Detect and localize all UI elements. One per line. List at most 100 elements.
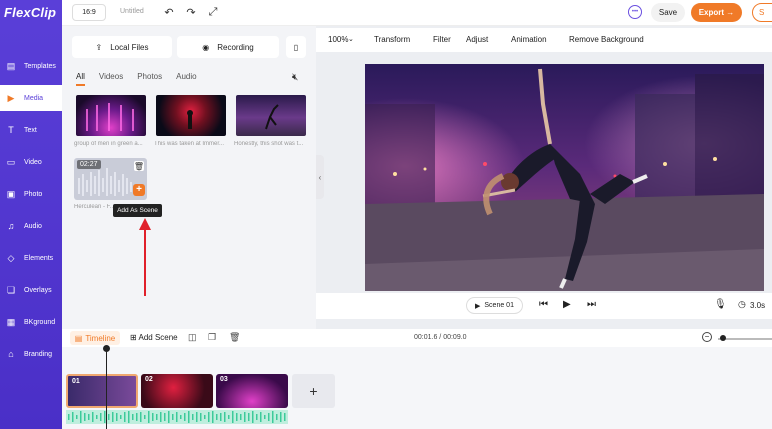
media-filter-tabs: All Videos Photos Audio: [76, 72, 197, 86]
zoom-out-icon[interactable]: −: [702, 332, 712, 342]
sidebar-item-label: Overlays: [24, 286, 52, 294]
delete-scene-icon[interactable]: 🗑︎: [229, 332, 240, 343]
next-icon[interactable]: ⏭︎: [587, 299, 596, 310]
annotation-arrow-icon: [139, 218, 151, 296]
export-button[interactable]: Export →: [691, 3, 742, 22]
overlays-icon: ❏: [6, 284, 16, 295]
media-thumb-3[interactable]: [236, 95, 306, 136]
photo-icon: ▣: [6, 188, 16, 199]
tool-remove-background[interactable]: Remove Background: [569, 35, 644, 44]
mute-filter-icon[interactable]: 🔇︎: [292, 72, 298, 83]
sidebar-item-background[interactable]: ▦ BKground: [0, 309, 62, 335]
timeline-clip-3[interactable]: 03: [216, 374, 288, 408]
zoom-slider[interactable]: [718, 338, 772, 340]
tool-transform[interactable]: Transform: [374, 35, 410, 44]
tab-audio[interactable]: Audio: [176, 72, 196, 86]
phone-upload-button[interactable]: ▯: [286, 36, 306, 58]
delete-icon[interactable]: 🗑︎: [134, 161, 144, 171]
text-icon: T: [8, 125, 14, 135]
timeline-clip-2[interactable]: 02: [141, 374, 213, 408]
add-clip-button[interactable]: +: [292, 374, 335, 408]
local-files-label: Local Files: [110, 42, 149, 52]
playhead-handle[interactable]: [103, 345, 110, 352]
upgrade-button[interactable]: S: [752, 3, 772, 22]
audio-duration: 02:27: [77, 160, 101, 169]
aspect-ratio-button[interactable]: 16:9: [72, 4, 106, 21]
sidebar-item-label: Audio: [24, 222, 42, 230]
elements-icon: ◇: [7, 252, 15, 263]
clip-number: 03: [220, 376, 228, 383]
duplicate-icon[interactable]: ❐: [208, 332, 216, 343]
tab-all[interactable]: All: [76, 72, 85, 86]
upload-icon: ⇪: [95, 42, 103, 52]
sidebar-item-label: Text: [24, 126, 37, 134]
play-icon[interactable]: ▶: [563, 299, 571, 310]
local-files-button[interactable]: ⇪ Local Files: [72, 36, 172, 58]
zoom-slider-handle[interactable]: [720, 335, 726, 341]
play-small-icon: ▶: [475, 302, 481, 310]
sidebar-item-label: BKground: [24, 318, 56, 326]
add-scene-icon: ⊞: [130, 333, 137, 342]
timeline-header: ▤ Timeline ⊞ Add Scene ◫ ❐ 🗑︎ 00:01.6 / …: [62, 329, 772, 347]
redo-icon[interactable]: ↷: [184, 5, 198, 19]
scene-duration[interactable]: 3.0s: [750, 301, 765, 310]
video-icon: ▭: [6, 156, 16, 167]
timeline-playhead[interactable]: [106, 346, 107, 429]
timeline-clip-1[interactable]: 01: [66, 374, 138, 408]
sidebar-item-label: Media: [24, 94, 44, 102]
background-icon: ▦: [6, 316, 16, 327]
add-as-scene-button[interactable]: +: [133, 184, 145, 196]
split-icon[interactable]: ◫: [188, 332, 197, 343]
concert-thumbnail: [187, 110, 193, 129]
media-thumb-2[interactable]: [156, 95, 226, 136]
tool-adjust[interactable]: Adjust: [466, 35, 488, 44]
dancer-thumbnail: [265, 104, 279, 130]
audio-track-waveform[interactable]: [66, 410, 288, 424]
scene-preview: [365, 64, 764, 291]
editing-toolbar: 100% ⌄ Transform Filter Adjust Animation…: [316, 28, 772, 52]
branding-icon: ⌂: [8, 349, 14, 359]
tool-filter[interactable]: Filter: [433, 35, 451, 44]
top-bar: 16:9 Untitled ↶ ↷ ⤢ ••• Save Export → S: [62, 0, 772, 26]
tab-timeline[interactable]: ▤ Timeline: [70, 331, 120, 345]
chevron-down-icon[interactable]: ⌄: [348, 35, 354, 43]
sidebar-item-video[interactable]: ▭ Video: [0, 149, 62, 175]
sidebar: FlexClip ▤ Templates ▶ Media T Text ▭ Vi…: [0, 0, 62, 429]
collapse-panel-handle[interactable]: ‹: [316, 155, 324, 199]
video-canvas[interactable]: [365, 64, 764, 291]
add-scene-button[interactable]: ⊞ Add Scene: [130, 333, 178, 342]
sidebar-item-label: Templates: [24, 62, 56, 70]
media-icon: ▶: [7, 92, 15, 103]
fullscreen-icon[interactable]: ⤢: [206, 5, 220, 19]
media-thumb-1[interactable]: [76, 95, 146, 136]
sidebar-item-branding[interactable]: ⌂ Branding: [0, 341, 62, 367]
previous-icon[interactable]: ⏮︎: [539, 299, 548, 310]
playback-bar: ▶ Scene 01 ⏮︎ ▶ ⏭︎ 🎙︎ ◷ 3.0s: [316, 293, 772, 319]
sidebar-item-overlays[interactable]: ❏ Overlays: [0, 277, 62, 303]
recording-button[interactable]: ◉ Recording: [177, 36, 279, 58]
sidebar-item-audio[interactable]: ♫ Audio: [0, 213, 62, 239]
add-as-scene-tooltip: Add As Scene: [113, 204, 162, 217]
sidebar-item-photo[interactable]: ▣ Photo: [0, 181, 62, 207]
audio-icon: ♫: [7, 221, 15, 231]
tab-videos[interactable]: Videos: [99, 72, 123, 86]
undo-icon[interactable]: ↶: [162, 5, 176, 19]
chat-icon[interactable]: •••: [628, 5, 642, 19]
project-title[interactable]: Untitled: [120, 8, 144, 15]
zoom-dropdown[interactable]: 100%: [328, 35, 348, 44]
tool-animation[interactable]: Animation: [511, 35, 547, 44]
tab-photos[interactable]: Photos: [137, 72, 162, 86]
sidebar-item-elements[interactable]: ◇ Elements: [0, 245, 62, 271]
sidebar-item-media[interactable]: ▶ Media: [0, 85, 62, 111]
media-panel: ⇪ Local Files ◉ Recording ▯ All Videos P…: [62, 26, 316, 329]
flexclip-logo[interactable]: FlexClip: [4, 5, 56, 20]
microphone-icon[interactable]: 🎙︎: [714, 299, 727, 310]
save-button[interactable]: Save: [651, 3, 685, 22]
sidebar-item-templates[interactable]: ▤ Templates: [0, 53, 62, 79]
sidebar-item-text[interactable]: T Text: [0, 117, 62, 143]
scene-selector[interactable]: ▶ Scene 01: [466, 297, 523, 314]
templates-icon: ▤: [6, 60, 16, 71]
record-icon: ◉: [202, 42, 210, 52]
sidebar-item-label: Photo: [24, 190, 43, 198]
clock-icon: ◷: [738, 299, 746, 309]
